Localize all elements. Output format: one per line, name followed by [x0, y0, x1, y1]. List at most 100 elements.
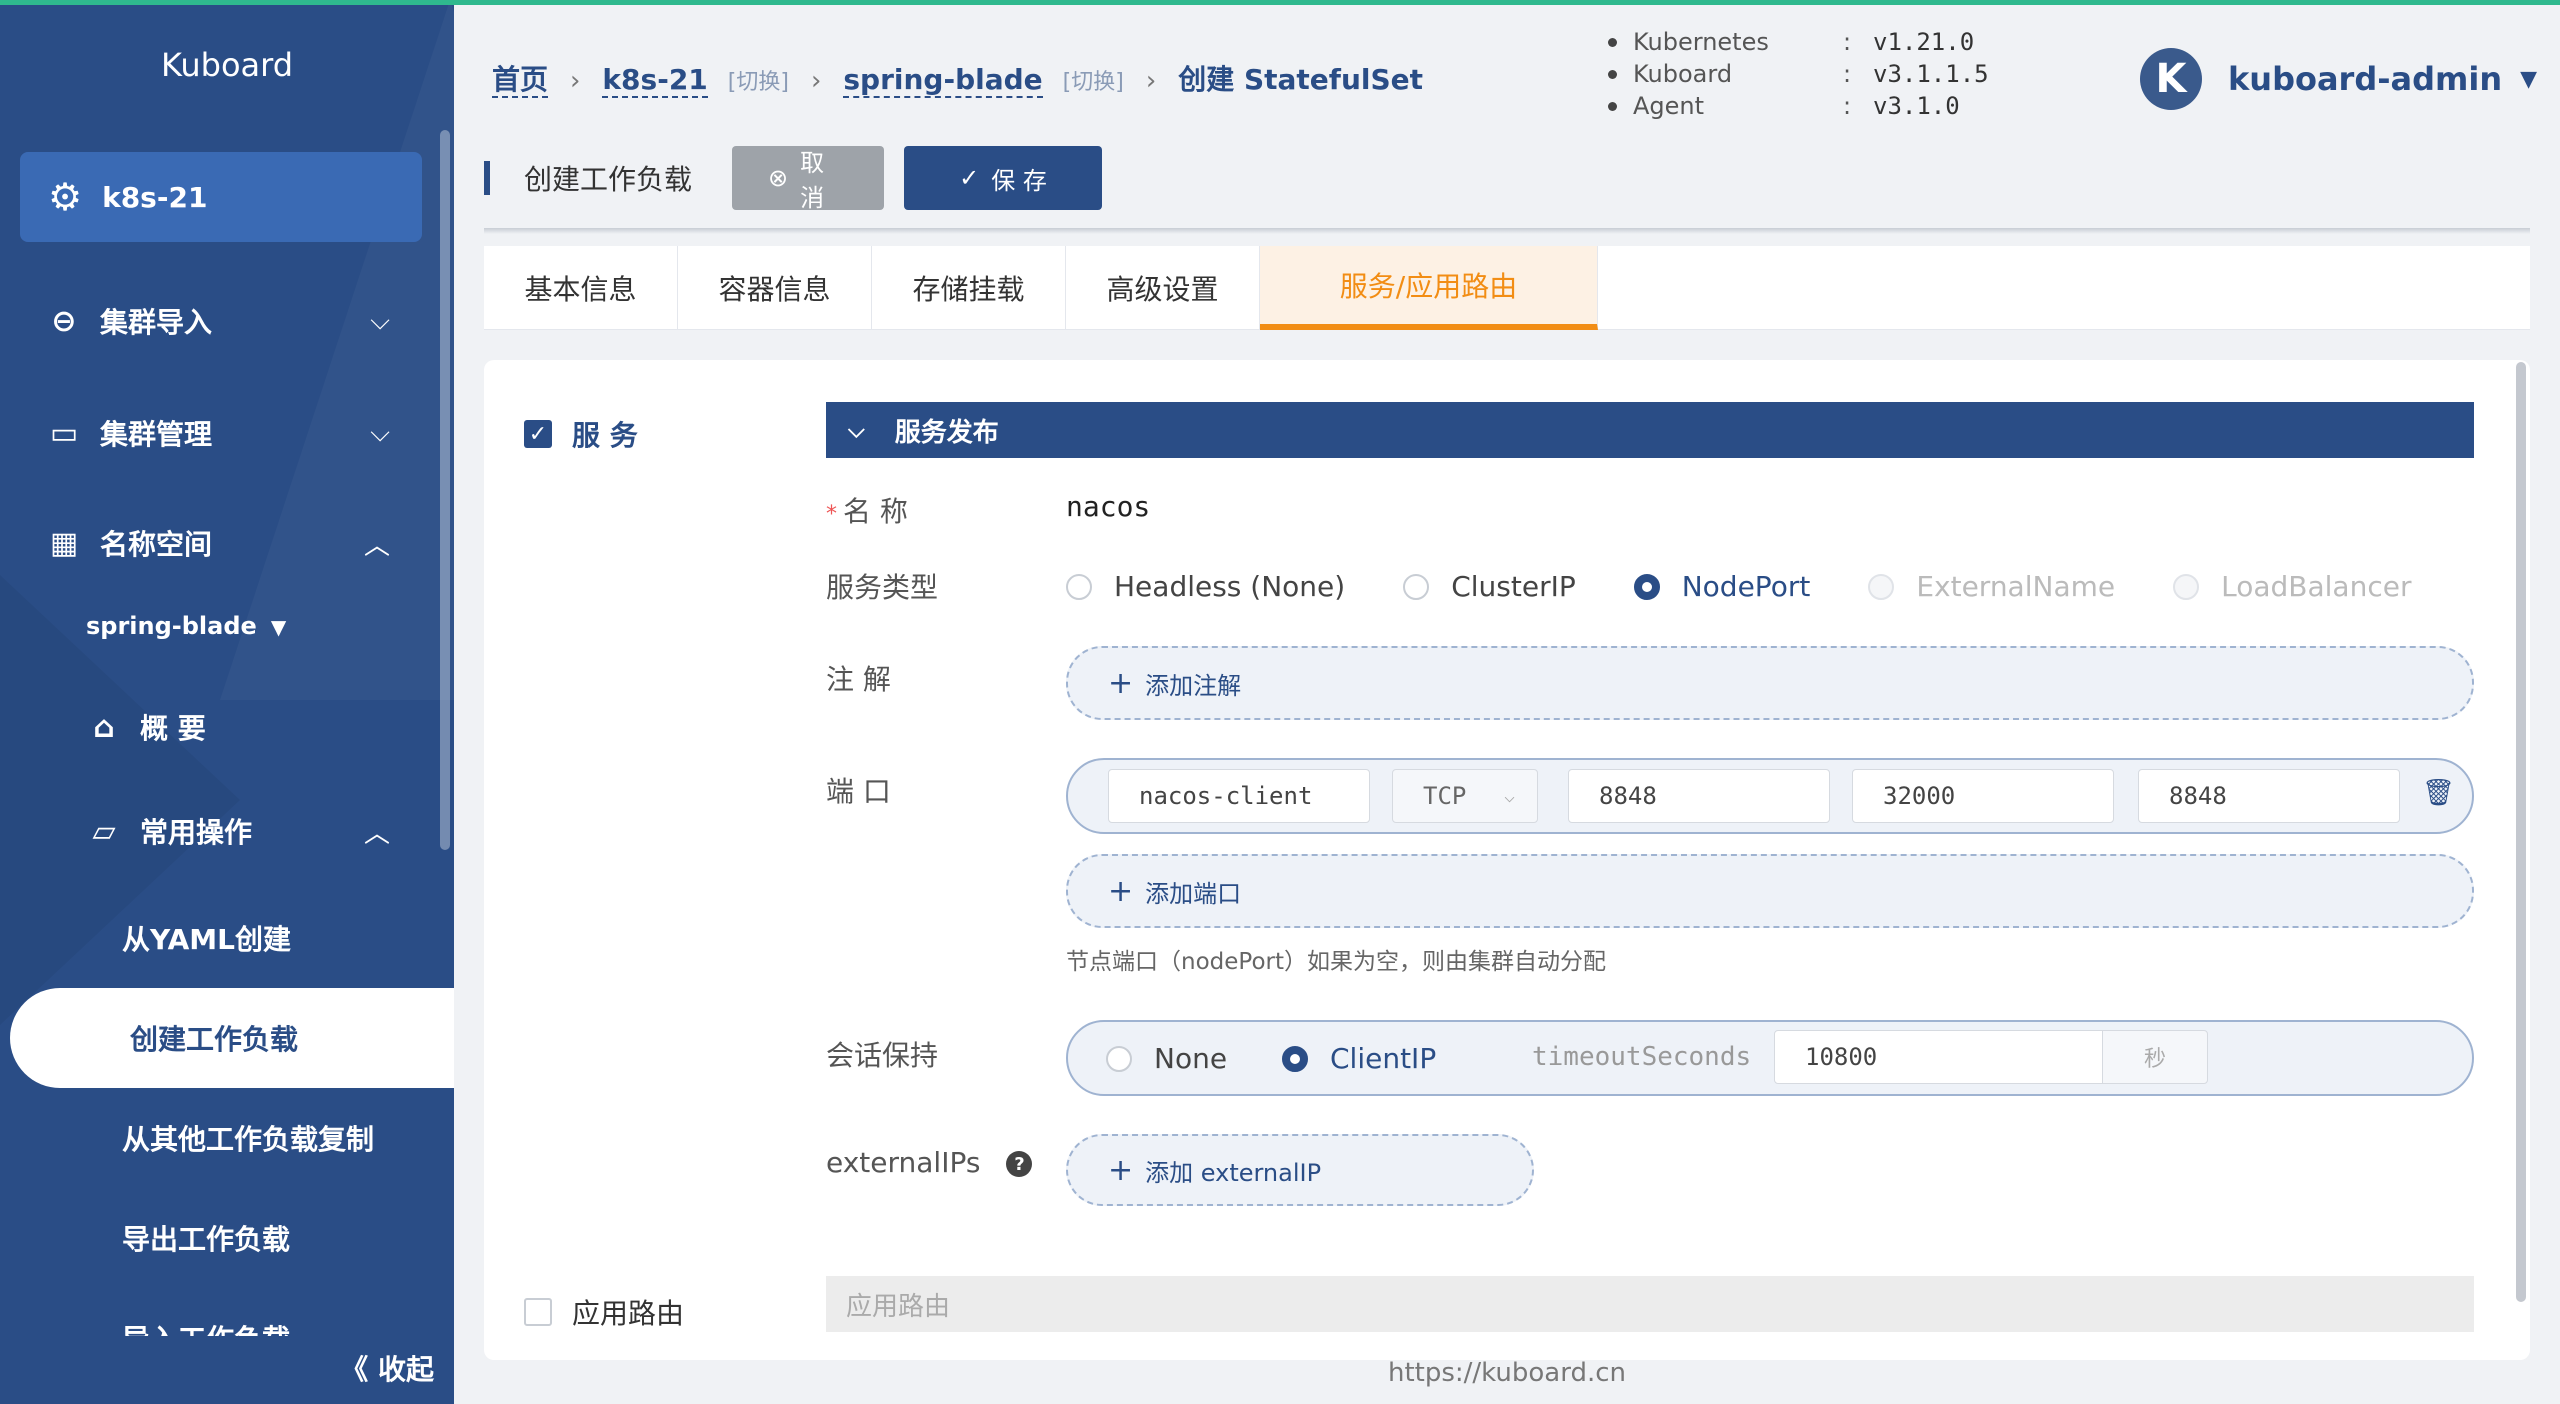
caret-down-icon: ▼ [2520, 66, 2538, 92]
radio-nodeport[interactable]: NodePort [1633, 570, 1810, 603]
footer-url[interactable]: https://kuboard.cn [1388, 1358, 1626, 1388]
tab-basic-info[interactable]: 基本信息 [484, 246, 678, 330]
radio-circle [1868, 573, 1895, 600]
protocol-select[interactable]: TCP ⌵ [1392, 769, 1538, 823]
sidebar-item-label: 概 要 [140, 712, 206, 745]
chevron-right-icon: › [810, 66, 822, 96]
tab-container-info[interactable]: 容器信息 [678, 246, 872, 330]
toolbar-divider [484, 228, 2530, 234]
port-input[interactable]: 8848 [1568, 769, 1830, 823]
plus-icon: + [1108, 1152, 1134, 1188]
checkbox-checked-icon: ✓ [524, 420, 552, 448]
tab-storage-mount[interactable]: 存储挂载 [872, 246, 1066, 330]
version-info: Kubernetes : v1.21.0 Kuboard : v3.1.1.5 … [1608, 26, 1989, 122]
cancel-button[interactable]: ⊗ 取 消 [732, 146, 885, 212]
radio-session-clientip[interactable]: ClientIP [1282, 1042, 1436, 1075]
radio-externalname: ExternalName [1868, 570, 2115, 603]
session-affinity-row [1066, 1020, 2474, 1096]
breadcrumb-namespace[interactable]: spring-blade [843, 64, 1043, 98]
version-row: Kuboard : v3.1.1.5 [1608, 58, 1989, 90]
chevron-up-icon: ︿ [363, 530, 390, 561]
sidebar-item-cluster-import[interactable]: ⊖ 集群导入 ⌵ [0, 286, 440, 356]
top-accent-line [0, 0, 2560, 5]
version-name: Kuboard [1633, 60, 1733, 88]
annotation-label: 注 解 [826, 663, 891, 696]
name-label-text: 名 称 [843, 495, 908, 528]
timeout-unit: 秒 [2102, 1030, 2208, 1084]
version-value: v3.1.0 [1873, 92, 1960, 120]
breadcrumb-cluster[interactable]: k8s-21 [602, 64, 708, 98]
switch-namespace-link[interactable]: [切换] [1063, 64, 1124, 96]
add-annotation-label: 添加注解 [1145, 671, 1242, 700]
grid-icon: ▦ [49, 525, 79, 561]
version-row: Agent : v3.1.0 [1608, 90, 1989, 122]
breadcrumb-home[interactable]: 首页 [492, 64, 549, 98]
plus-icon: + [1108, 873, 1134, 909]
chevron-right-icon: › [1145, 66, 1157, 96]
service-section-header[interactable]: ⌵ 服务发布 [826, 402, 2474, 458]
namespace-selector[interactable]: spring-blade ▼ [86, 612, 286, 640]
sidebar-item-cluster-manage[interactable]: ▭ 集群管理 ⌵ [0, 398, 440, 468]
radio-label: LoadBalancer [2221, 570, 2412, 603]
version-value: v3.1.1.5 [1873, 60, 1989, 88]
service-checkbox[interactable]: ✓ 服 务 [524, 414, 638, 454]
radio-circle-selected [1633, 573, 1660, 600]
tab-advanced-settings[interactable]: 高级设置 [1066, 246, 1260, 330]
radio-circle-selected [1282, 1045, 1308, 1072]
breadcrumb-current: 创建 StatefulSet [1178, 63, 1424, 96]
route-section-header-disabled: 应用路由 [826, 1276, 2474, 1332]
sidebar-item-create-workload[interactable]: 创建工作负载 [10, 988, 454, 1088]
target-port-input[interactable]: 8848 [2138, 769, 2400, 823]
page-toolbar: 创建工作负载 ⊗ 取 消 ✓ 保 存 [484, 146, 1103, 212]
content-scrollbar[interactable] [2516, 362, 2526, 1302]
sidebar-item-export-workload[interactable]: 导出工作负载 [122, 1218, 290, 1258]
trash-icon[interactable]: 🗑 [2422, 778, 2455, 808]
current-cluster-button[interactable]: ⚙ k8s-21 [20, 152, 422, 242]
help-icon[interactable]: ? [1006, 1151, 1033, 1177]
cancel-label: 取 消 [800, 149, 825, 212]
timeout-seconds-input[interactable]: 10800 [1774, 1030, 2104, 1084]
sidebar-item-common-ops[interactable]: ▱ 常用操作 ︿ [0, 796, 440, 866]
radio-session-none[interactable]: None [1106, 1042, 1227, 1075]
node-port-hint: 节点端口（nodePort）如果为空，则由集群自动分配 [1066, 949, 1606, 975]
tab-service-route[interactable]: 服务/应用路由 [1260, 246, 1598, 330]
sidebar-item-namespace[interactable]: ▦ 名称空间 ︿ [0, 508, 440, 578]
sidebar-item-from-yaml[interactable]: 从YAML创建 [122, 918, 291, 958]
home-icon: ⌂ [93, 709, 115, 745]
port-name-input[interactable]: nacos-client [1108, 769, 1370, 823]
route-checkbox[interactable]: 应用路由 [524, 1292, 684, 1332]
service-checkbox-label: 服 务 [572, 419, 638, 452]
sidebar-item-copy-workload[interactable]: 从其他工作负载复制 [122, 1118, 374, 1158]
version-colon: : [1843, 60, 1852, 88]
sidebar-item-label: 创建工作负载 [10, 988, 454, 1088]
add-annotation-button[interactable]: + 添加注解 [1066, 646, 2474, 720]
user-menu[interactable]: K kuboard-admin ▼ [2140, 48, 2537, 110]
node-port-input[interactable]: 32000 [1852, 769, 2114, 823]
name-label: * 名 称 [826, 490, 908, 530]
radio-clusterip[interactable]: ClusterIP [1403, 570, 1576, 603]
timeout-seconds-label: timeoutSeconds [1532, 1042, 1752, 1072]
avatar: K [2140, 48, 2202, 110]
switch-cluster-link[interactable]: [切换] [728, 64, 789, 96]
check-circle-icon: ✓ [959, 164, 980, 192]
caret-down-icon: ▼ [270, 615, 287, 639]
sidebar-item-label: 集群管理 [100, 418, 213, 451]
sidebar-item-overview[interactable]: ⌂ 概 要 [0, 692, 440, 762]
add-port-button[interactable]: + 添加端口 [1066, 854, 2474, 928]
folder-icon: ▱ [92, 813, 116, 849]
save-button[interactable]: ✓ 保 存 [904, 146, 1103, 210]
add-external-ip-button[interactable]: + 添加 externalIP [1066, 1134, 1534, 1206]
protocol-value: TCP [1423, 782, 1467, 810]
chevron-down-icon: ⌵ [848, 417, 865, 443]
plus-icon: + [1108, 665, 1134, 701]
link-icon: ⊖ [51, 303, 77, 339]
sidebar-scrollbar[interactable] [440, 130, 450, 850]
folder-stack-icon: ▭ [49, 415, 79, 451]
service-type-label: 服务类型 [826, 571, 939, 604]
sidebar-item-import-workload[interactable]: 导入工作负载 [122, 1318, 290, 1336]
chevron-down-icon: ⌵ [370, 305, 390, 336]
external-ips-label: externalIPs? [826, 1146, 1033, 1179]
radio-label: ClientIP [1330, 1042, 1437, 1075]
add-external-ip-label: 添加 externalIP [1145, 1158, 1322, 1187]
radio-headless[interactable]: Headless (None) [1066, 570, 1345, 603]
